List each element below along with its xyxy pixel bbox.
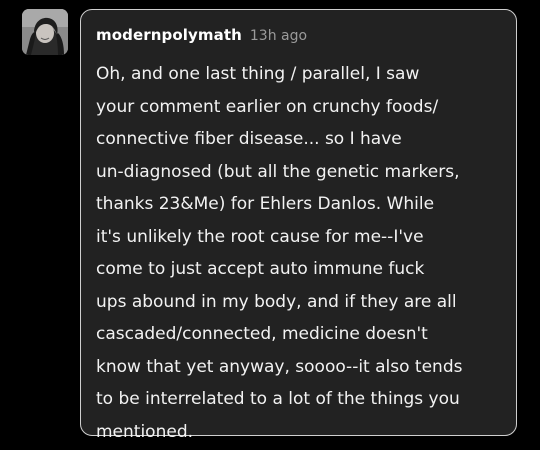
author-username[interactable]: modernpolymath (96, 26, 242, 44)
comment-line: thanks 23&Me) for Ehlers Danlos. While (96, 194, 435, 214)
comment-line: come to just accept auto immune fuck (96, 259, 425, 279)
comment-line: it's unlikely the root cause for me--I'v… (96, 226, 424, 247)
comment-line: Oh, and one last thing / parallel, I saw (96, 64, 420, 84)
post-timestamp: 13h ago (249, 28, 308, 44)
comment-line: mentioned. (96, 421, 194, 442)
comment-line: cascaded/connected, medicine doesn't (96, 324, 428, 344)
comment-body: Oh, and one last thing / parallel, I saw… (96, 58, 506, 448)
comment-line: un-diagnosed (but all the genetic marker… (96, 161, 460, 182)
comment-bubble: modernpolymath 13h ago Oh, and one last t… (80, 9, 517, 442)
comment-line: ups abound in my body, and if they are a… (96, 291, 457, 312)
user-avatar-photo-icon (22, 9, 68, 55)
comment-line: connective fiber disease... so I have (96, 129, 402, 149)
avatar[interactable] (22, 9, 68, 55)
comment-line: know that yet anyway, soooo--it also ten… (96, 356, 463, 377)
comment-line: your comment earlier on crunchy foods/ (96, 96, 439, 117)
comment-line: to be interrelated to a lot of the thing… (96, 389, 460, 409)
comment-header: modernpolymath 13h ago (96, 25, 307, 44)
